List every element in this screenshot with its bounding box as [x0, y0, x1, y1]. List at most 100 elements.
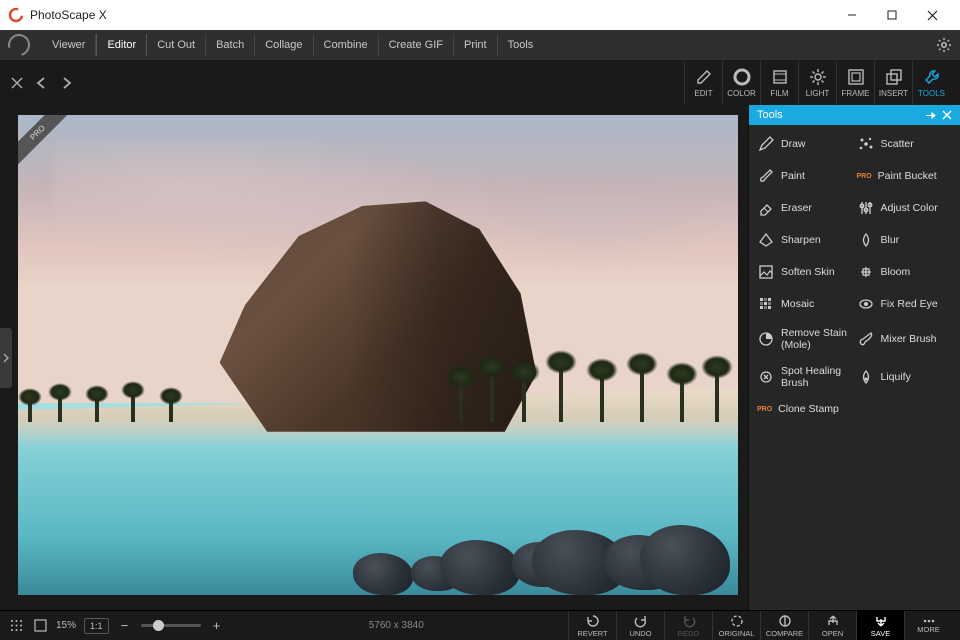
compare-button[interactable]: COMPARE: [760, 611, 808, 640]
window-title: PhotoScape X: [30, 8, 832, 22]
edit-tab-edit[interactable]: EDIT: [684, 61, 722, 105]
menu-item-print[interactable]: Print: [454, 34, 498, 56]
zoom-actual-button[interactable]: 1:1: [84, 618, 109, 634]
menu-item-collage[interactable]: Collage: [255, 34, 313, 56]
tool-label: Fix Red Eye: [881, 298, 938, 310]
bloom-icon: [857, 263, 875, 281]
tool-label: Mosaic: [781, 298, 814, 310]
image-canvas[interactable]: PRO: [18, 115, 738, 595]
menu-item-cut-out[interactable]: Cut Out: [147, 34, 206, 56]
tool-label: Spot Healing Brush: [781, 365, 853, 389]
tools-icon: [922, 67, 942, 87]
tool-paint[interactable]: Paint: [757, 167, 853, 185]
edit-tab-insert[interactable]: INSERT: [874, 61, 912, 105]
tool-mosaic[interactable]: Mosaic: [757, 295, 853, 313]
zoom-in-button[interactable]: +: [209, 618, 225, 634]
menu-item-batch[interactable]: Batch: [206, 34, 255, 56]
tool-spot-healing-brush[interactable]: Spot Healing Brush: [757, 365, 853, 389]
panel-pin-icon[interactable]: [925, 110, 936, 121]
tool-label: Blur: [881, 234, 900, 246]
tool-label: Clone Stamp: [778, 403, 839, 415]
original-icon: [730, 614, 744, 628]
tool-blur[interactable]: Blur: [857, 231, 953, 249]
adjust-color-icon: [857, 199, 875, 217]
more-button[interactable]: MORE: [904, 611, 952, 640]
tool-clone-stamp[interactable]: PROClone Stamp: [757, 403, 952, 415]
zoom-out-button[interactable]: −: [117, 618, 133, 634]
menu-item-combine[interactable]: Combine: [314, 34, 379, 56]
menu-item-viewer[interactable]: Viewer: [42, 34, 96, 56]
open-icon: [826, 614, 840, 628]
tool-draw[interactable]: Draw: [757, 135, 853, 153]
redo-button: REDO: [664, 611, 712, 640]
main-menubar: ViewerEditorCut OutBatchCollageCombineCr…: [0, 30, 960, 60]
panel-close-icon[interactable]: [942, 110, 952, 120]
tool-label: Remove Stain (Mole): [781, 327, 853, 351]
tools-panel-title: Tools: [757, 109, 783, 121]
nav-prev-button[interactable]: [36, 76, 54, 90]
tool-fix-red-eye[interactable]: Fix Red Eye: [857, 295, 953, 313]
film-icon: [770, 67, 790, 87]
eraser-icon: [757, 199, 775, 217]
tool-adjust-color[interactable]: Adjust Color: [857, 199, 953, 217]
tool-paint-bucket[interactable]: PRO Paint Bucket: [857, 167, 953, 185]
tool-remove-stain-mole[interactable]: Remove Stain (Mole): [757, 327, 853, 351]
settings-gear-icon[interactable]: [936, 37, 952, 53]
menu-item-create-gif[interactable]: Create GIF: [379, 34, 454, 56]
pro-badge-icon: PRO: [857, 173, 872, 180]
editor-toolbar: EDITCOLORFILMLIGHTFRAMEINSERTTOOLS: [0, 60, 960, 105]
save-button[interactable]: SAVE: [856, 611, 904, 640]
edit-tab-tools[interactable]: TOOLS: [912, 61, 950, 105]
revert-icon: [586, 614, 600, 628]
original-button[interactable]: ORIGINAL: [712, 611, 760, 640]
tool-label: Liquify: [881, 371, 911, 383]
tools-panel-header: Tools: [749, 105, 960, 125]
scatter-icon: [857, 135, 875, 153]
window-titlebar: PhotoScape X: [0, 0, 960, 30]
mixer-brush-icon: [857, 330, 875, 348]
tool-label: Scatter: [881, 138, 914, 150]
grid-view-icon[interactable]: [8, 618, 24, 634]
menu-item-editor[interactable]: Editor: [96, 34, 147, 56]
tool-eraser[interactable]: Eraser: [757, 199, 853, 217]
window-maximize-button[interactable]: [872, 0, 912, 30]
app-logo-icon: [8, 7, 24, 23]
blur-icon: [857, 231, 875, 249]
tool-soften-skin[interactable]: Soften Skin: [757, 263, 853, 281]
revert-button[interactable]: REVERT: [568, 611, 616, 640]
tool-mixer-brush[interactable]: Mixer Brush: [857, 327, 953, 351]
sidebar-expand-handle[interactable]: [0, 328, 12, 388]
tool-scatter[interactable]: Scatter: [857, 135, 953, 153]
menu-item-tools[interactable]: Tools: [498, 34, 544, 56]
fix-red-eye-icon: [857, 295, 875, 313]
edit-tab-light[interactable]: LIGHT: [798, 61, 836, 105]
edit-tab-film[interactable]: FILM: [760, 61, 798, 105]
edit-tab-frame[interactable]: FRAME: [836, 61, 874, 105]
menubar-logo-icon[interactable]: [4, 30, 34, 60]
zoom-slider[interactable]: [141, 624, 201, 627]
zoom-percent: 15%: [56, 620, 76, 631]
fit-screen-icon[interactable]: [32, 618, 48, 634]
open-button[interactable]: OPEN: [808, 611, 856, 640]
spot-healing-brush-icon: [757, 368, 775, 386]
canvas-area: PRO: [0, 105, 748, 610]
tool-label: Paint Bucket: [878, 170, 937, 182]
tool-sharpen[interactable]: Sharpen: [757, 231, 853, 249]
window-minimize-button[interactable]: [832, 0, 872, 30]
tool-liquify[interactable]: Liquify: [857, 365, 953, 389]
edit-tab-color[interactable]: COLOR: [722, 61, 760, 105]
insert-icon: [884, 67, 904, 87]
light-icon: [808, 67, 828, 87]
redo-icon: [682, 614, 696, 628]
undo-button[interactable]: UNDO: [616, 611, 664, 640]
close-image-button[interactable]: [10, 76, 28, 90]
nav-next-button[interactable]: [62, 76, 80, 90]
draw-icon: [757, 135, 775, 153]
window-close-button[interactable]: [912, 0, 952, 30]
image-dimensions: 5760 x 3840: [225, 620, 568, 631]
soften-skin-icon: [757, 263, 775, 281]
tool-label: Bloom: [881, 266, 911, 278]
tool-bloom[interactable]: Bloom: [857, 263, 953, 281]
tool-label: Adjust Color: [881, 202, 938, 214]
frame-icon: [846, 67, 866, 87]
